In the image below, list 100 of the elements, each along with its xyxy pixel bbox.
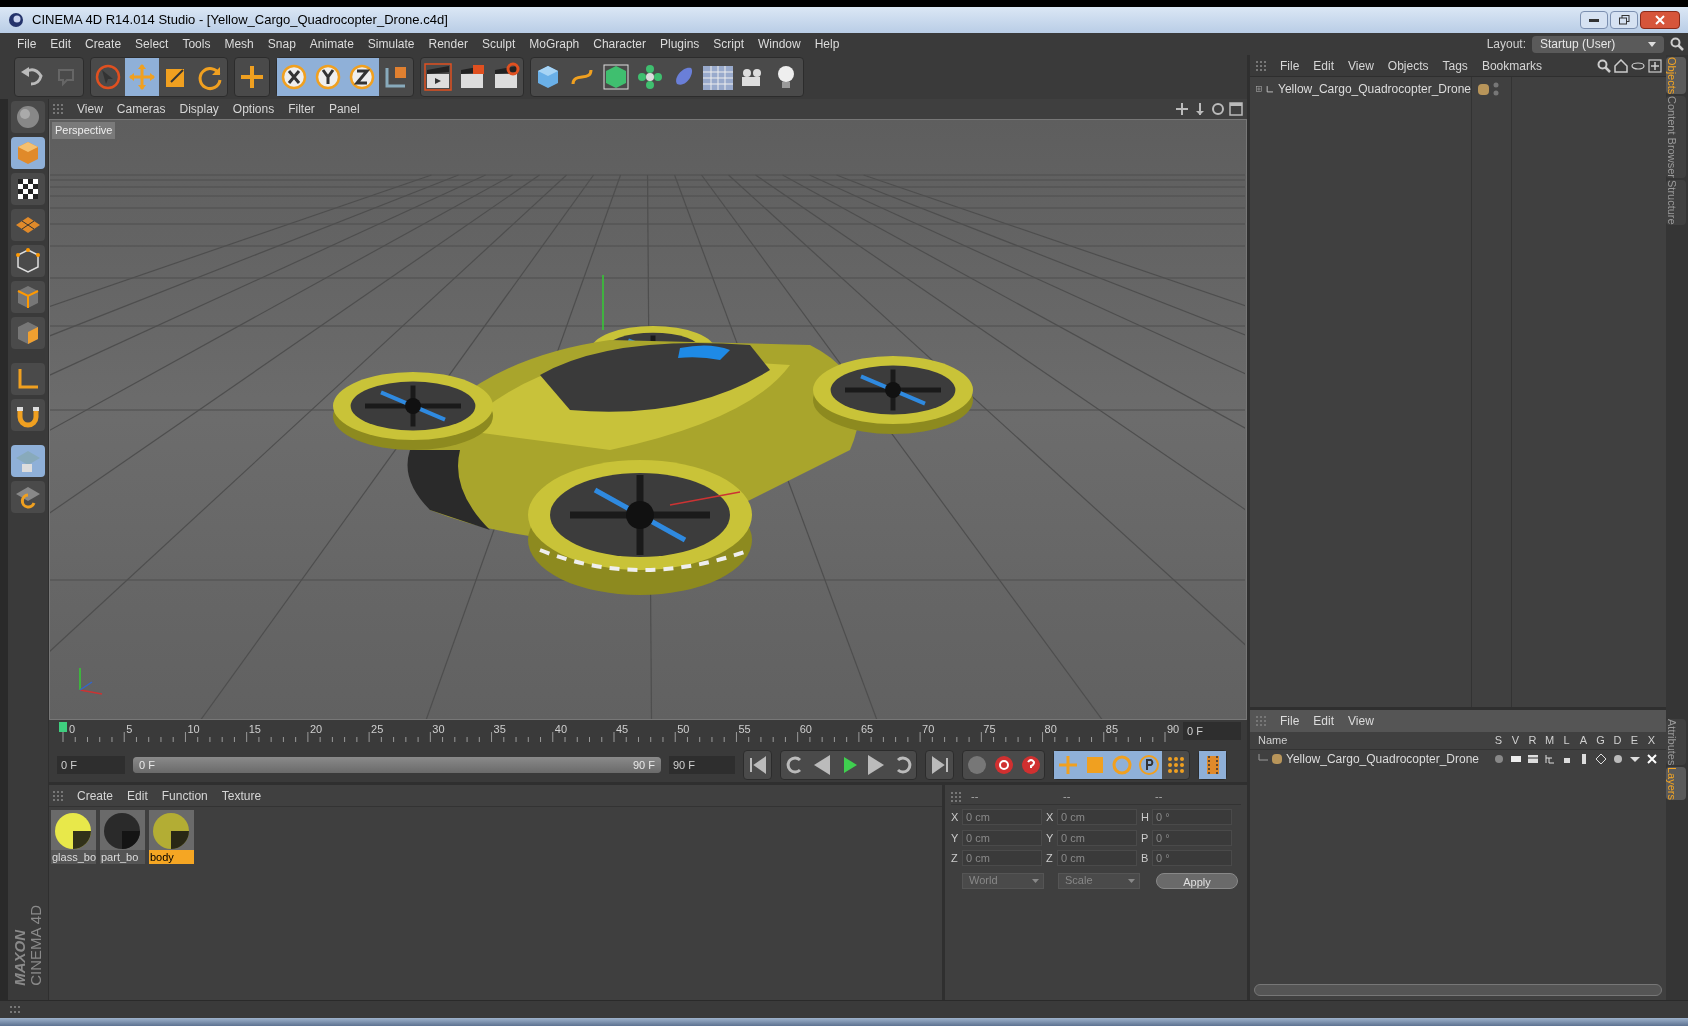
- restore-button[interactable]: [1610, 11, 1638, 29]
- menu-item[interactable]: View: [1348, 56, 1374, 75]
- new-window-icon[interactable]: [1648, 58, 1662, 73]
- minimize-button[interactable]: [1580, 11, 1608, 29]
- menu-item[interactable]: Options: [232, 100, 275, 118]
- search-icon[interactable]: [1597, 58, 1611, 73]
- restore-icon: [1618, 15, 1630, 25]
- menu-item[interactable]: Objects: [1387, 56, 1429, 75]
- menu-item[interactable]: Tags: [1442, 56, 1468, 75]
- menu-item[interactable]: Select: [128, 35, 176, 53]
- menu-item[interactable]: File: [1280, 56, 1300, 75]
- menu-item[interactable]: Sculpt: [474, 35, 523, 53]
- layer-name[interactable]: Yellow_Cargo_Quadrocopter_Drone: [1286, 750, 1479, 768]
- material-swatch[interactable]: body: [149, 810, 194, 864]
- edges-mode-button[interactable]: [11, 281, 45, 313]
- menu-item[interactable]: Cameras: [116, 100, 166, 118]
- layer-toggle-icon[interactable]: [1594, 753, 1607, 765]
- maximize-icon[interactable]: [1229, 102, 1243, 116]
- menu-item[interactable]: Create: [77, 786, 114, 805]
- home-icon[interactable]: [1614, 58, 1628, 73]
- frame-number: 80: [1044, 722, 1057, 737]
- menu-item[interactable]: Window: [751, 35, 808, 53]
- column-header: S: [1493, 733, 1504, 749]
- menu-item[interactable]: Edit: [127, 786, 148, 805]
- frame-number: 20: [309, 722, 323, 737]
- close-button[interactable]: [1640, 11, 1680, 29]
- menu-item[interactable]: View: [77, 100, 103, 118]
- material-swatch[interactable]: glass_bo: [51, 810, 96, 864]
- menu-item[interactable]: Panel: [328, 100, 360, 118]
- menu-item[interactable]: Bookmarks: [1481, 56, 1542, 75]
- menu-item[interactable]: Display: [179, 100, 219, 118]
- layer-toggle-icon[interactable]: [1492, 753, 1505, 765]
- column-header: G: [1595, 733, 1606, 749]
- menu-item[interactable]: Help: [807, 35, 847, 53]
- sphere-button[interactable]: [11, 101, 45, 133]
- start-frame-field[interactable]: 0 F: [57, 756, 125, 774]
- z-axis-tool-button[interactable]: [345, 58, 379, 96]
- menu-item[interactable]: Simulate: [360, 35, 422, 53]
- menu-item[interactable]: Animate: [302, 35, 361, 53]
- menu-item[interactable]: Script: [706, 35, 751, 53]
- texture-mode-button[interactable]: [11, 173, 45, 205]
- menu-item[interactable]: Snap: [260, 35, 303, 53]
- workplane-button[interactable]: [11, 209, 45, 241]
- menu-item[interactable]: Edit: [1313, 712, 1335, 730]
- x-axis-tool-button[interactable]: [277, 58, 311, 96]
- layer-color-tag[interactable]: [1272, 754, 1282, 764]
- menu-item[interactable]: Filter: [288, 100, 315, 118]
- menu-item[interactable]: File: [10, 35, 44, 53]
- brand-logo-text: MAXON: [12, 928, 27, 986]
- layout-dropdown[interactable]: Startup (User): [1532, 35, 1664, 53]
- side-tab[interactable]: Content Browser: [1666, 96, 1686, 179]
- menu-item[interactable]: Plugins: [652, 35, 707, 53]
- timeline-ruler[interactable]: 0 5 10 15 20 25 30 35 40 45 50 55 60 65 70 75 80 85 90 0 F: [49, 720, 1247, 748]
- film-strip-button[interactable]: [1199, 751, 1226, 779]
- axis-label: B: [1141, 851, 1149, 866]
- points-mode-button[interactable]: [11, 245, 45, 277]
- parameter-key-button[interactable]: [1135, 751, 1162, 779]
- axis-label: H: [1141, 810, 1149, 825]
- menu-item[interactable]: Edit: [43, 35, 79, 53]
- side-tab[interactable]: Layers: [1666, 766, 1686, 800]
- layer-toggle-icon[interactable]: [1611, 753, 1624, 765]
- frame-range-slider[interactable]: 0 F 90 F: [133, 757, 661, 773]
- menu-item[interactable]: Tools: [175, 35, 218, 53]
- menu-item[interactable]: View: [1348, 712, 1374, 730]
- menu-item[interactable]: Character: [586, 35, 653, 53]
- axis-mode-button[interactable]: [11, 363, 45, 395]
- playhead-marker[interactable]: [59, 722, 67, 732]
- layer-color-tag[interactable]: [1478, 83, 1489, 95]
- layer-toggle-icon[interactable]: [1543, 753, 1556, 765]
- menu-item[interactable]: Function: [161, 786, 208, 805]
- menu-item[interactable]: Texture: [221, 786, 262, 805]
- caret-icon: [1032, 878, 1039, 883]
- frame-number: 60: [799, 722, 812, 737]
- horizontal-scrollbar[interactable]: [1254, 984, 1662, 996]
- layer-toggle-icon[interactable]: [1526, 753, 1539, 765]
- side-tab[interactable]: Structure: [1666, 180, 1686, 225]
- column-header: A: [1578, 733, 1589, 749]
- column-header: Name: [1258, 733, 1289, 749]
- menu-item[interactable]: Edit: [1313, 56, 1335, 75]
- expand-icon[interactable]: [1256, 84, 1262, 94]
- material-swatch[interactable]: part_bo: [100, 810, 145, 864]
- visibility-dots-icon[interactable]: [1493, 82, 1499, 96]
- menu-item[interactable]: Mesh: [217, 35, 261, 53]
- current-frame-field[interactable]: 0 F: [1183, 722, 1241, 740]
- side-tab[interactable]: Attributes: [1666, 718, 1686, 765]
- viewport-canvas[interactable]: Perspective: [49, 119, 1247, 720]
- layer-toggle-icon[interactable]: [1509, 753, 1522, 765]
- orbit-icon[interactable]: [1211, 102, 1225, 116]
- menu-item[interactable]: Render: [421, 35, 475, 53]
- magnet-button[interactable]: [11, 399, 45, 431]
- side-tab[interactable]: Objects: [1666, 57, 1686, 95]
- object-name[interactable]: Yellow_Cargo_Quadrocopter_Drone: [1278, 80, 1471, 98]
- menu-item[interactable]: File: [1280, 712, 1300, 730]
- pan-icon[interactable]: [1175, 102, 1189, 116]
- end-frame-field[interactable]: 90 F: [669, 756, 735, 774]
- polygons-mode-button[interactable]: [11, 317, 45, 349]
- menu-item[interactable]: Create: [78, 35, 129, 53]
- search-icon[interactable]: [1670, 37, 1684, 51]
- apply-button[interactable]: Apply: [1156, 872, 1238, 889]
- menu-item[interactable]: MoGraph: [522, 35, 587, 53]
